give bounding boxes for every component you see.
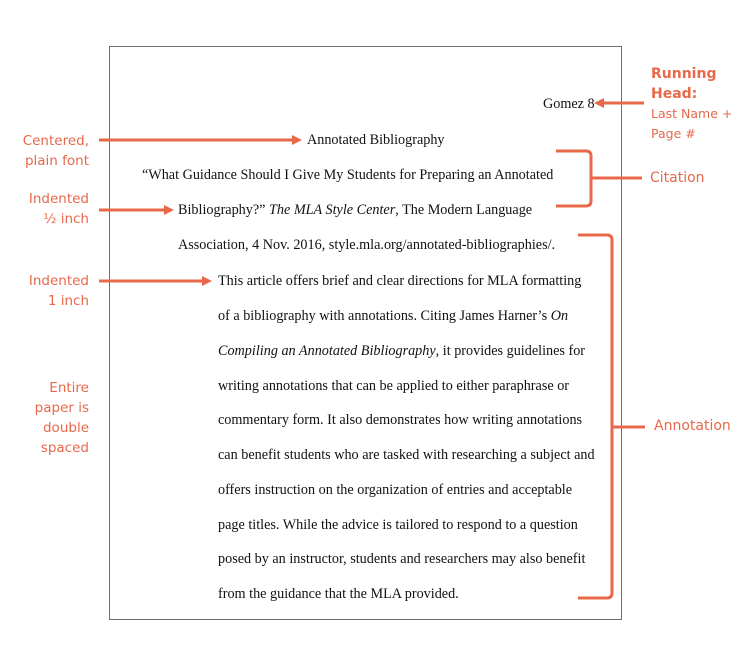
annotation-line: can benefit students who are tasked with… bbox=[218, 447, 595, 463]
callout-text: paper is bbox=[34, 400, 89, 416]
callout-title: Head: bbox=[651, 86, 698, 102]
callout-indent-half: Indented ½ inch bbox=[0, 189, 89, 229]
callout-text: double bbox=[42, 420, 89, 436]
annotation-line: of a bibliography with annotations. Citi… bbox=[218, 309, 568, 323]
callout-indent-one: Indented 1 inch bbox=[0, 271, 89, 311]
callout-running-head: Running Head: Last Name + Page # bbox=[651, 64, 732, 144]
callout-text: Indented bbox=[28, 273, 89, 289]
annotation-line: offers instruction on the organization o… bbox=[218, 482, 573, 498]
annotation-line: from the guidance that the MLA provided. bbox=[218, 586, 459, 602]
callout-title: Running bbox=[651, 66, 717, 82]
annotation-text: , it provides guidelines for bbox=[435, 343, 586, 359]
annotation-line: posed by an instructor, students and res… bbox=[218, 551, 586, 567]
annotation-line: commentary form. It also demonstrates ho… bbox=[218, 412, 583, 428]
annotation-line: writing annotations that can be applied … bbox=[218, 378, 570, 394]
citation-line: Association, 4 Nov. 2016, style.mla.org/… bbox=[178, 237, 556, 253]
annotation-italic-title: On bbox=[550, 308, 569, 324]
citation-container-title: The MLA Style Center bbox=[269, 202, 396, 218]
callout-subtitle: Last Name + bbox=[651, 106, 733, 121]
callout-double-spaced: Entire paper is double spaced bbox=[0, 378, 89, 458]
annotation-text: of a bibliography with annotations. Citi… bbox=[218, 308, 551, 324]
callout-annotation: Annotation bbox=[654, 418, 731, 434]
callout-centered: Centered, plain font bbox=[0, 131, 89, 171]
annotation-italic-title: Compiling an Annotated Bibliography bbox=[218, 343, 436, 359]
callout-text: 1 inch bbox=[47, 293, 89, 309]
running-head: Gomez 8 bbox=[543, 96, 595, 112]
citation-text: Bibliography?” bbox=[178, 202, 270, 218]
callout-text: Centered, bbox=[22, 133, 89, 149]
annotation-line: page titles. While the advice is tailore… bbox=[218, 517, 578, 533]
callout-text: ½ inch bbox=[43, 211, 89, 227]
callout-citation: Citation bbox=[650, 170, 705, 186]
annotation-line: Compiling an Annotated Bibliography, it … bbox=[218, 344, 585, 358]
citation-text: , The Modern Language bbox=[395, 202, 533, 218]
callout-text: Entire bbox=[49, 380, 89, 396]
annotation-line: This article offers brief and clear dire… bbox=[218, 273, 582, 289]
callout-text: plain font bbox=[24, 153, 89, 169]
callout-text: Indented bbox=[28, 191, 89, 207]
callout-text: spaced bbox=[40, 440, 89, 456]
citation-line: Bibliography?” The MLA Style Center, The… bbox=[178, 203, 532, 217]
document-title: Annotated Bibliography bbox=[307, 132, 445, 148]
callout-subtitle: Page # bbox=[651, 126, 696, 141]
citation-line: “What Guidance Should I Give My Students… bbox=[142, 167, 554, 183]
